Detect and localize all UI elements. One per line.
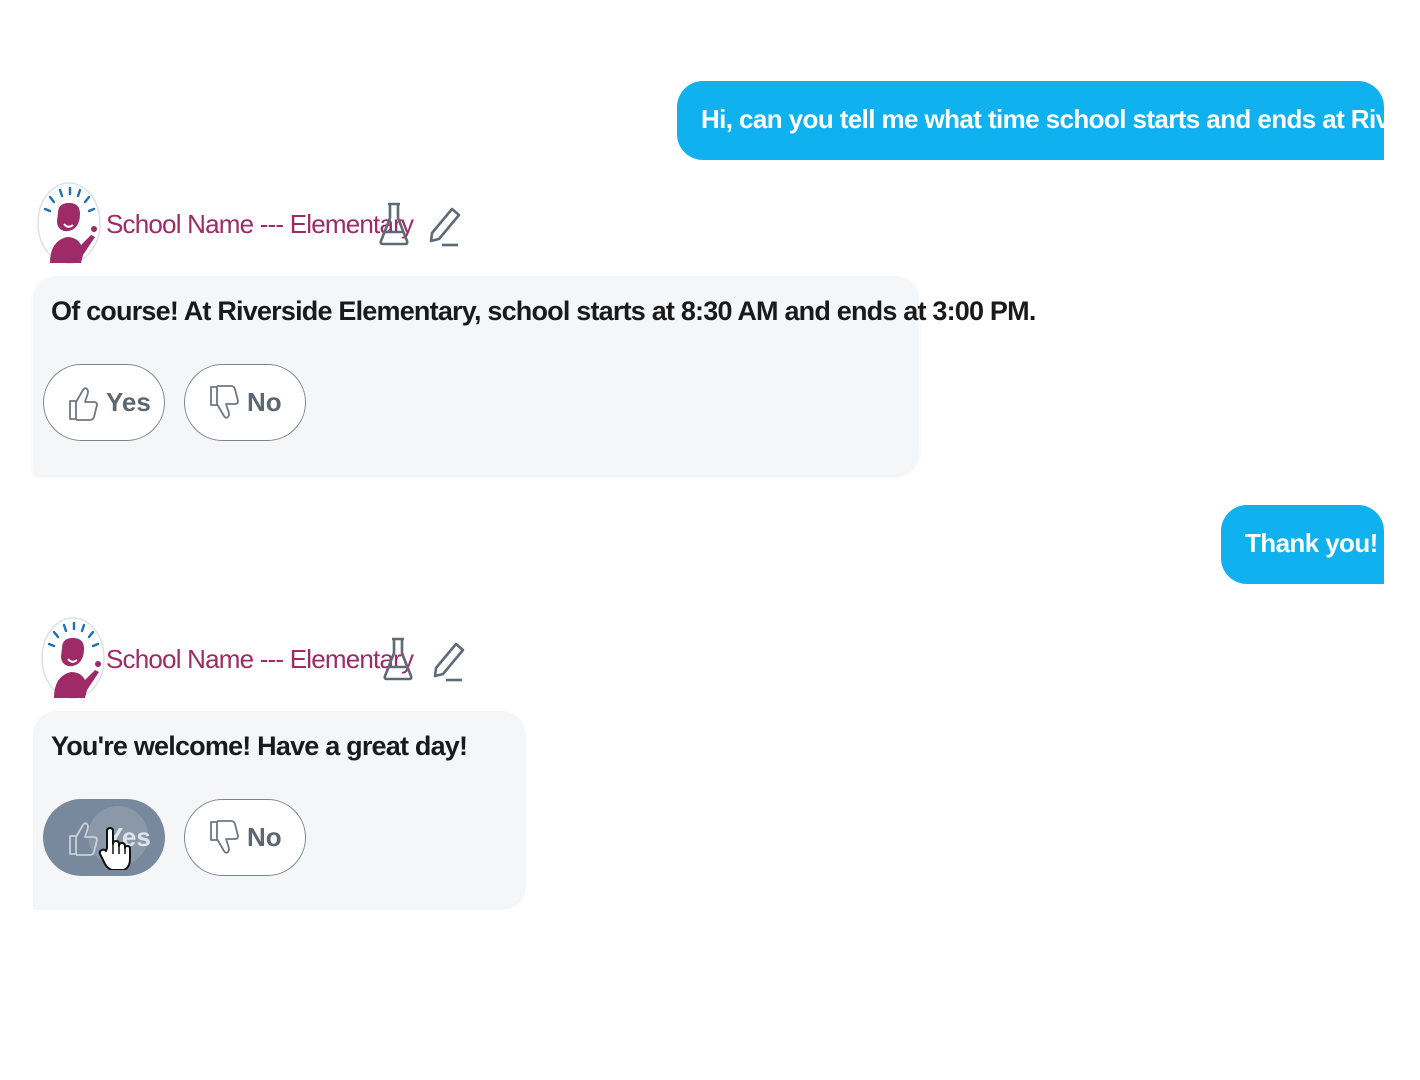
- user-message: Hi, can you tell me what time school sta…: [677, 81, 1420, 160]
- bot-name: School Name --- Elementary: [106, 209, 414, 239]
- bot-name: School Name --- Elementary: [106, 644, 414, 674]
- bot-message-text: Of course! At Riverside Elementary, scho…: [51, 296, 1036, 326]
- bot-message-text: You're welcome! Have a great day!: [51, 731, 468, 761]
- thumbs-up-icon: [68, 820, 98, 856]
- no-button[interactable]: No: [184, 799, 306, 876]
- thumbs-down-icon: [209, 820, 239, 856]
- yes-button[interactable]: Yes: [43, 799, 165, 876]
- yes-label: Yes: [106, 387, 151, 417]
- avatar: [40, 614, 106, 700]
- bot-header: School Name --- Elementary: [36, 614, 476, 702]
- bot-header: School Name --- Elementary: [36, 179, 476, 267]
- bot-message: You're welcome! Have a great day! Yes No: [33, 711, 526, 910]
- no-button[interactable]: No: [184, 364, 306, 441]
- flask-icon[interactable]: [378, 201, 410, 247]
- edit-pencil-icon[interactable]: [430, 640, 466, 684]
- yes-button[interactable]: Yes: [43, 364, 165, 441]
- bot-message: Of course! At Riverside Elementary, scho…: [33, 276, 1036, 475]
- no-label: No: [247, 822, 282, 852]
- thumbs-up-icon: [68, 385, 98, 421]
- user-message: Thank you!: [1221, 505, 1384, 584]
- hand-cursor-icon: [98, 826, 132, 871]
- flask-icon[interactable]: [382, 636, 414, 682]
- avatar: [36, 179, 102, 265]
- edit-pencil-icon[interactable]: [426, 205, 462, 249]
- thumbs-down-icon: [209, 385, 239, 421]
- chat-window: Hi, can you tell me what time school sta…: [0, 0, 1420, 1080]
- no-label: No: [247, 387, 282, 417]
